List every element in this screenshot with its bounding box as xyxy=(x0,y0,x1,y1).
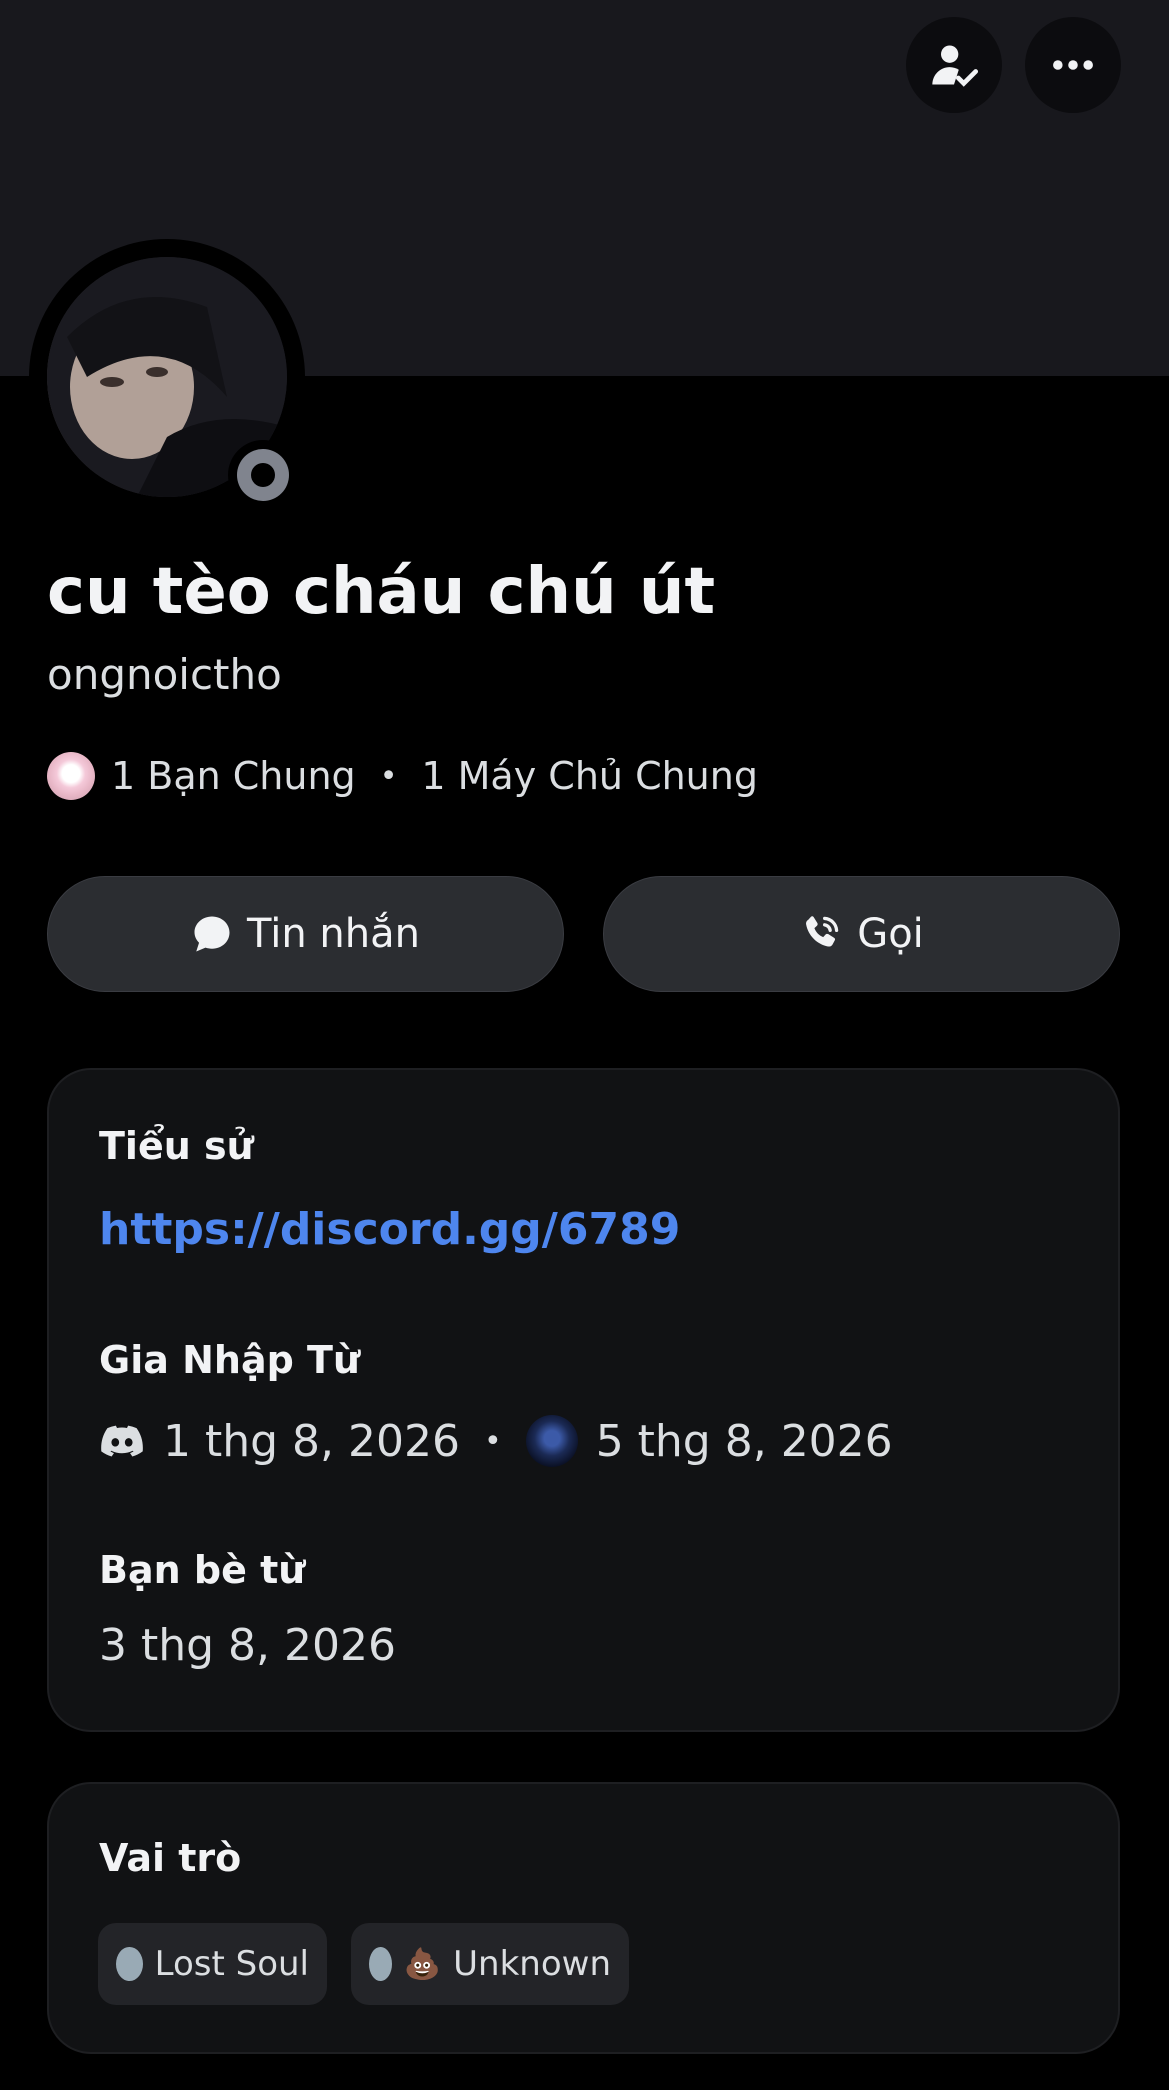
role-chip[interactable]: 💩 Unknown xyxy=(351,1923,629,2005)
server-icon[interactable] xyxy=(525,1415,578,1467)
roles-title: Vai trò xyxy=(99,1836,242,1880)
chat-bubble-icon xyxy=(194,916,230,952)
call-button[interactable]: Gọi xyxy=(603,876,1120,992)
role-chip[interactable]: Lost Soul xyxy=(98,1923,327,2005)
phone-call-icon xyxy=(806,916,839,947)
role-label: Unknown xyxy=(453,1944,611,1984)
mutual-friend-avatar[interactable] xyxy=(47,752,95,800)
bio-title: Tiểu sử xyxy=(99,1124,254,1168)
separator-dot: • xyxy=(483,1423,502,1459)
joined-title: Gia Nhập Từ xyxy=(99,1338,360,1382)
mutual-servers-link[interactable]: 1 Máy Chủ Chung xyxy=(421,754,758,798)
separator-dot: • xyxy=(379,758,398,794)
username[interactable]: ongnoictho xyxy=(47,650,282,699)
role-color-dot xyxy=(116,1947,143,1981)
offline-status-icon xyxy=(237,449,289,501)
friends-since-date: 3 thg 8, 2026 xyxy=(99,1620,396,1671)
mutual-friends-link[interactable]: 1 Bạn Chung xyxy=(111,754,356,798)
discord-joined-date: 1 thg 8, 2026 xyxy=(163,1415,460,1467)
friend-check-icon xyxy=(932,45,979,87)
server-joined-date: 5 thg 8, 2026 xyxy=(595,1415,893,1467)
discord-logo-icon xyxy=(101,1425,143,1457)
role-color-dot xyxy=(369,1947,392,1981)
status-indicator xyxy=(228,440,298,510)
call-label: Gọi xyxy=(857,911,924,957)
about-card: Tiểu sử https://discord.gg/6789 Gia Nhập… xyxy=(47,1068,1120,1732)
joined-row: 1 thg 8, 2026 • 5 thg 8, 2026 xyxy=(99,1408,893,1474)
friend-status-button[interactable] xyxy=(906,17,1002,113)
message-button[interactable]: Tin nhắn xyxy=(47,876,564,992)
roles-card: Vai trò xyxy=(47,1782,1120,2054)
bio-link[interactable]: https://discord.gg/6789 xyxy=(99,1204,680,1255)
friends-since-title: Bạn bè từ xyxy=(99,1548,306,1592)
more-horizontal-icon xyxy=(1053,60,1093,70)
mutuals-row: 1 Bạn Chung • 1 Máy Chủ Chung xyxy=(47,748,758,804)
role-label: Lost Soul xyxy=(154,1944,309,1984)
message-label: Tin nhắn xyxy=(247,911,420,957)
display-name: cu tèo cháu chú út xyxy=(47,555,716,629)
poop-emoji-icon: 💩 xyxy=(403,1946,442,1982)
more-button[interactable] xyxy=(1025,17,1121,113)
